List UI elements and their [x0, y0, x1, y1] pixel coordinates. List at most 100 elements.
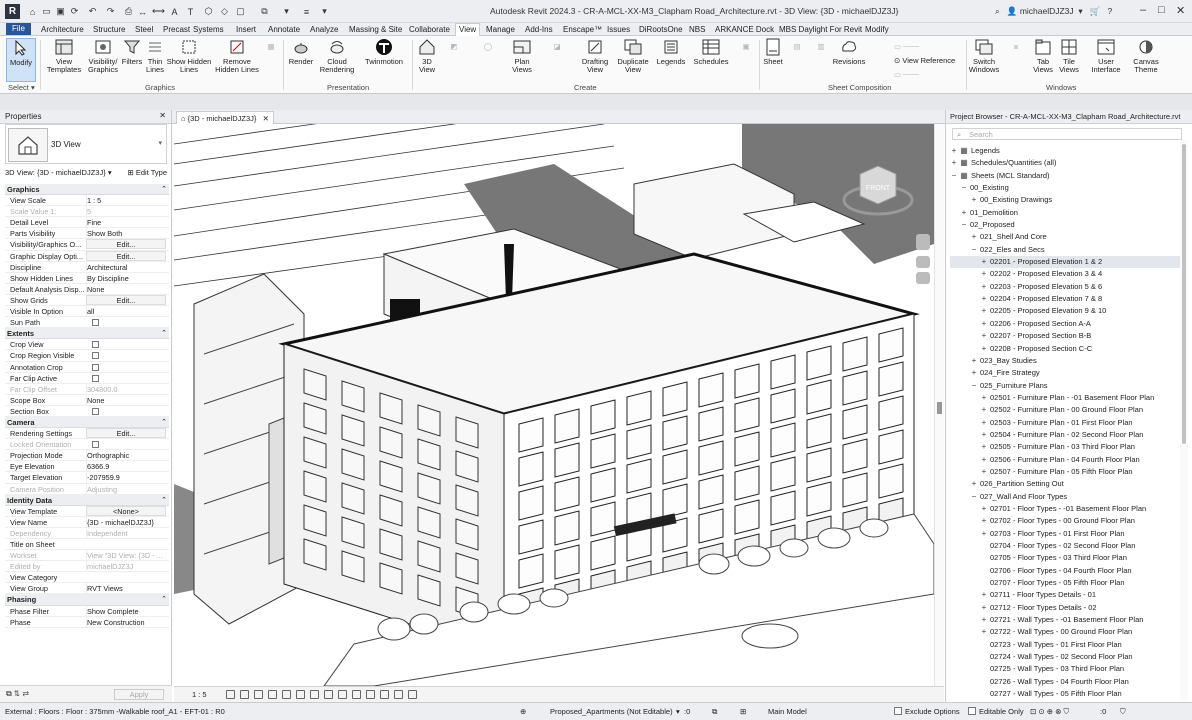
expand-icon[interactable]: +	[980, 503, 988, 515]
tag-icon[interactable]: A	[168, 5, 181, 18]
section-button[interactable]: ◩	[442, 38, 466, 58]
browser-tree-item[interactable]: +02502 - Furniture Plan - 00 Ground Floo…	[950, 404, 1182, 416]
collapse-icon[interactable]: ⌃	[161, 495, 167, 506]
temporary-hide-icon[interactable]	[338, 690, 347, 699]
property-value[interactable]: 1 : 5	[86, 195, 166, 207]
browser-tree-item[interactable]: −027_Wall And Floor Types	[950, 491, 1182, 503]
show-hidden-lines-button[interactable]: Show Hidden Lines	[166, 38, 212, 74]
home-icon[interactable]: ⌂	[26, 5, 39, 18]
browser-tree-item[interactable]: 02706 - Floor Types - 04 Fourth Floor Pl…	[950, 565, 1182, 577]
browser-tree-item[interactable]: +02206 - Proposed Section A-A	[950, 318, 1182, 330]
expand-icon[interactable]: +	[950, 157, 958, 169]
browser-tree-item[interactable]: +02204 - Proposed Elevation 7 & 8	[950, 293, 1182, 305]
place-view-button[interactable]: ▤	[786, 38, 808, 58]
property-section[interactable]: Extents ⌃	[5, 328, 169, 340]
browser-tree-item[interactable]: 02704 - Floor Types - 02 Second Floor Pl…	[950, 540, 1182, 552]
browser-tree-item[interactable]: +00_Existing Drawings	[950, 194, 1182, 206]
browser-tree-item[interactable]: + ▦ Schedules/Quantities (all)	[950, 157, 1182, 169]
user-account[interactable]: ⌕ 👤 michaelDJZ3J ▾ 🛒 ?	[995, 6, 1115, 17]
sun-path-icon[interactable]	[254, 690, 263, 699]
collapse-icon[interactable]: ⌃	[161, 417, 167, 428]
visual-style-icon[interactable]	[240, 690, 249, 699]
scrollbar-thumb[interactable]	[937, 402, 942, 414]
browser-scrollbar[interactable]	[1180, 140, 1188, 700]
undo-icon[interactable]: ↶	[86, 5, 99, 18]
browser-tree-item[interactable]: +02711 - Floor Types Details - 01	[950, 589, 1182, 601]
collapse-icon[interactable]: ⌃	[161, 184, 167, 195]
dimension-icon[interactable]: ⟷	[152, 5, 165, 18]
close-hidden-icon[interactable]: ▢	[234, 5, 247, 18]
shadows-icon[interactable]	[268, 690, 277, 699]
active-workset[interactable]: Proposed_Apartments (Not Editable)	[550, 707, 673, 716]
browser-tree-item[interactable]: 02726 - Wall Types - 04 Fourth Floor Pla…	[950, 676, 1182, 688]
property-section[interactable]: Identity Data ⌃	[5, 494, 169, 506]
property-value[interactable]: all	[86, 306, 166, 318]
property-value[interactable]: New Construction	[86, 616, 166, 628]
thin-lines-button[interactable]: Thin Lines	[144, 38, 166, 74]
plan-views-button[interactable]: Plan Views	[506, 38, 538, 74]
detail-level-icon[interactable]	[226, 690, 235, 699]
collapse-icon[interactable]: −	[960, 182, 968, 194]
tab-analyze[interactable]: Analyze	[307, 24, 341, 35]
browser-tree-item[interactable]: −022_Eles and Secs	[950, 244, 1182, 256]
3d-view-button[interactable]: 3D View	[414, 38, 440, 74]
browser-tree-item[interactable]: 02723 - Wall Types - 01 First Floor Plan	[950, 639, 1182, 651]
tab-architecture[interactable]: Architecture	[38, 24, 87, 35]
property-value[interactable]: Architectural	[86, 261, 166, 273]
expand-icon[interactable]: +	[980, 343, 988, 355]
reveal-hidden-icon[interactable]	[352, 690, 361, 699]
tab-view[interactable]: View	[455, 23, 481, 36]
expand-icon[interactable]: +	[980, 404, 988, 416]
tab-massing-site[interactable]: Massing & Site	[346, 24, 405, 35]
browser-tree-item[interactable]: +02503 - Furniture Plan - 01 First Floor…	[950, 417, 1182, 429]
expand-icon[interactable]: +	[980, 602, 988, 614]
edit-type-button[interactable]: ⊞ Edit Type	[127, 168, 167, 177]
filters-button[interactable]: Filters	[120, 38, 144, 66]
browser-tree-item[interactable]: +02507 - Furniture Plan - 05 Fifth Floor…	[950, 466, 1182, 478]
property-checkbox[interactable]	[92, 374, 99, 382]
tab-issues[interactable]: Issues	[604, 24, 633, 35]
browser-tree-item[interactable]: 02707 - Floor Types - 05 Fifth Floor Pla…	[950, 577, 1182, 589]
tab-steel[interactable]: Steel	[132, 24, 156, 35]
close-icon[interactable]: ✕	[159, 111, 166, 120]
property-checkbox[interactable]	[92, 319, 99, 327]
tab-mbs-daylight-for-revit[interactable]: MBS Daylight For Revit	[776, 24, 865, 35]
collapse-icon[interactable]: −	[950, 170, 958, 182]
unlock-3d-icon[interactable]	[324, 690, 333, 699]
visibility-graphics-button[interactable]: Visibility/ Graphics	[86, 38, 120, 74]
tab-precast[interactable]: Precast	[160, 24, 193, 35]
expand-icon[interactable]: +	[980, 305, 988, 317]
close-inactive-button[interactable]: ⧈	[1004, 38, 1028, 58]
design-option[interactable]: Main Model	[768, 707, 807, 716]
customize-icon[interactable]: ▾	[280, 5, 293, 18]
default-3d-icon[interactable]: ⬡	[202, 5, 215, 18]
browser-tree-item[interactable]: +02505 - Furniture Plan - 03 Third Floor…	[950, 441, 1182, 453]
browser-tree-item[interactable]: −025_Furniture Plans	[950, 380, 1182, 392]
chevron-down-icon[interactable]: ▾	[1076, 6, 1085, 16]
print-icon[interactable]: ⎙	[122, 5, 135, 18]
tab-views-button[interactable]: Tab Views	[1030, 38, 1056, 74]
editable-only-checkbox[interactable]	[968, 707, 976, 715]
tab-dirootsone[interactable]: DiRootsOne	[636, 24, 686, 35]
expand-icon[interactable]: +	[980, 441, 988, 453]
browser-tree-item[interactable]: +02506 - Furniture Plan - 04 Fourth Floo…	[950, 454, 1182, 466]
property-edit-button[interactable]: Edit...	[86, 250, 166, 261]
revisions-button[interactable]: Revisions	[832, 38, 866, 66]
browser-tree-item[interactable]: +02703 - Floor Types - 01 First Floor Pl…	[950, 528, 1182, 540]
tab-systems[interactable]: Systems	[190, 24, 227, 35]
chevron-down-icon[interactable]: ▾	[108, 168, 112, 177]
cut-profile-button[interactable]: ▦	[260, 38, 282, 58]
matchline-button[interactable]: ▭ ───	[894, 42, 919, 51]
property-value[interactable]: By Discipline	[86, 272, 166, 284]
expand-icon[interactable]: +	[980, 318, 988, 330]
help-icon[interactable]: ?	[1105, 6, 1114, 16]
text-icon[interactable]: T	[184, 5, 197, 18]
3d-viewport[interactable]: FRONT	[174, 124, 934, 686]
render-button[interactable]: Render	[286, 38, 316, 66]
tab-collaborate[interactable]: Collaborate	[406, 24, 453, 35]
property-checkbox[interactable]	[92, 341, 99, 349]
remove-hidden-lines-button[interactable]: Remove Hidden Lines	[214, 38, 260, 74]
browser-tree-item[interactable]: +024_Fire Strategy	[950, 367, 1182, 379]
schedules-button[interactable]: Schedules	[692, 38, 730, 66]
property-section[interactable]: Camera ⌃	[5, 416, 169, 429]
